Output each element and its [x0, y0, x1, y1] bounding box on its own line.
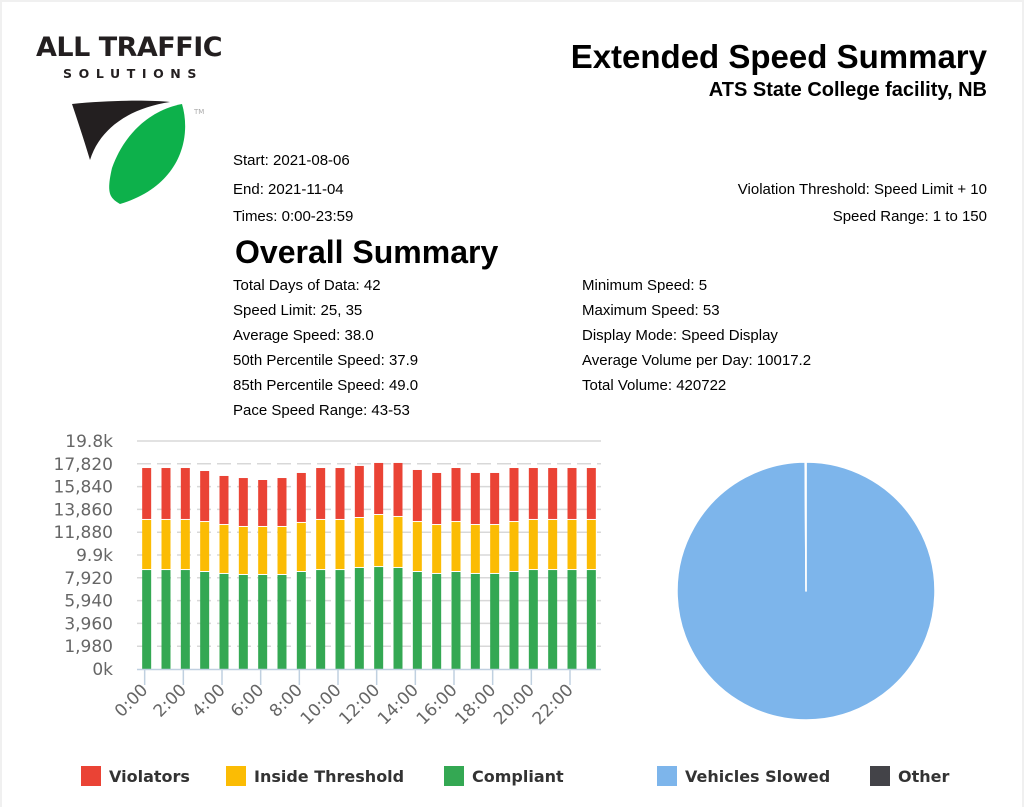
- legend-item-compliant[interactable]: Compliant: [444, 766, 564, 786]
- pie-slice-other[interactable]: [804, 461, 807, 592]
- legend-swatch-vehicles-slowed: [657, 766, 677, 786]
- legend-label: Violators: [109, 766, 190, 786]
- legend-item-other[interactable]: Other: [870, 766, 949, 786]
- legend-swatch-inside-threshold: [226, 766, 246, 786]
- legend-item-inside-threshold[interactable]: Inside Threshold: [226, 766, 404, 786]
- legend-item-vehicles-slowed[interactable]: Vehicles Slowed: [657, 766, 830, 786]
- legend-label: Vehicles Slowed: [685, 766, 831, 786]
- report-page: ALL TRAFFIC SOLUTIONS TM Extended Speed …: [2, 2, 1022, 807]
- legend-swatch-violators: [81, 766, 101, 786]
- legend-label: Other: [898, 766, 950, 786]
- legend-swatch-other: [870, 766, 890, 786]
- legend-item-violators[interactable]: Violators: [81, 766, 190, 786]
- legend-label: Inside Threshold: [254, 766, 405, 786]
- legend-label: Compliant: [472, 766, 564, 786]
- legend-swatch-compliant: [444, 766, 464, 786]
- vehicles-slowed-pie-chart: [676, 461, 936, 721]
